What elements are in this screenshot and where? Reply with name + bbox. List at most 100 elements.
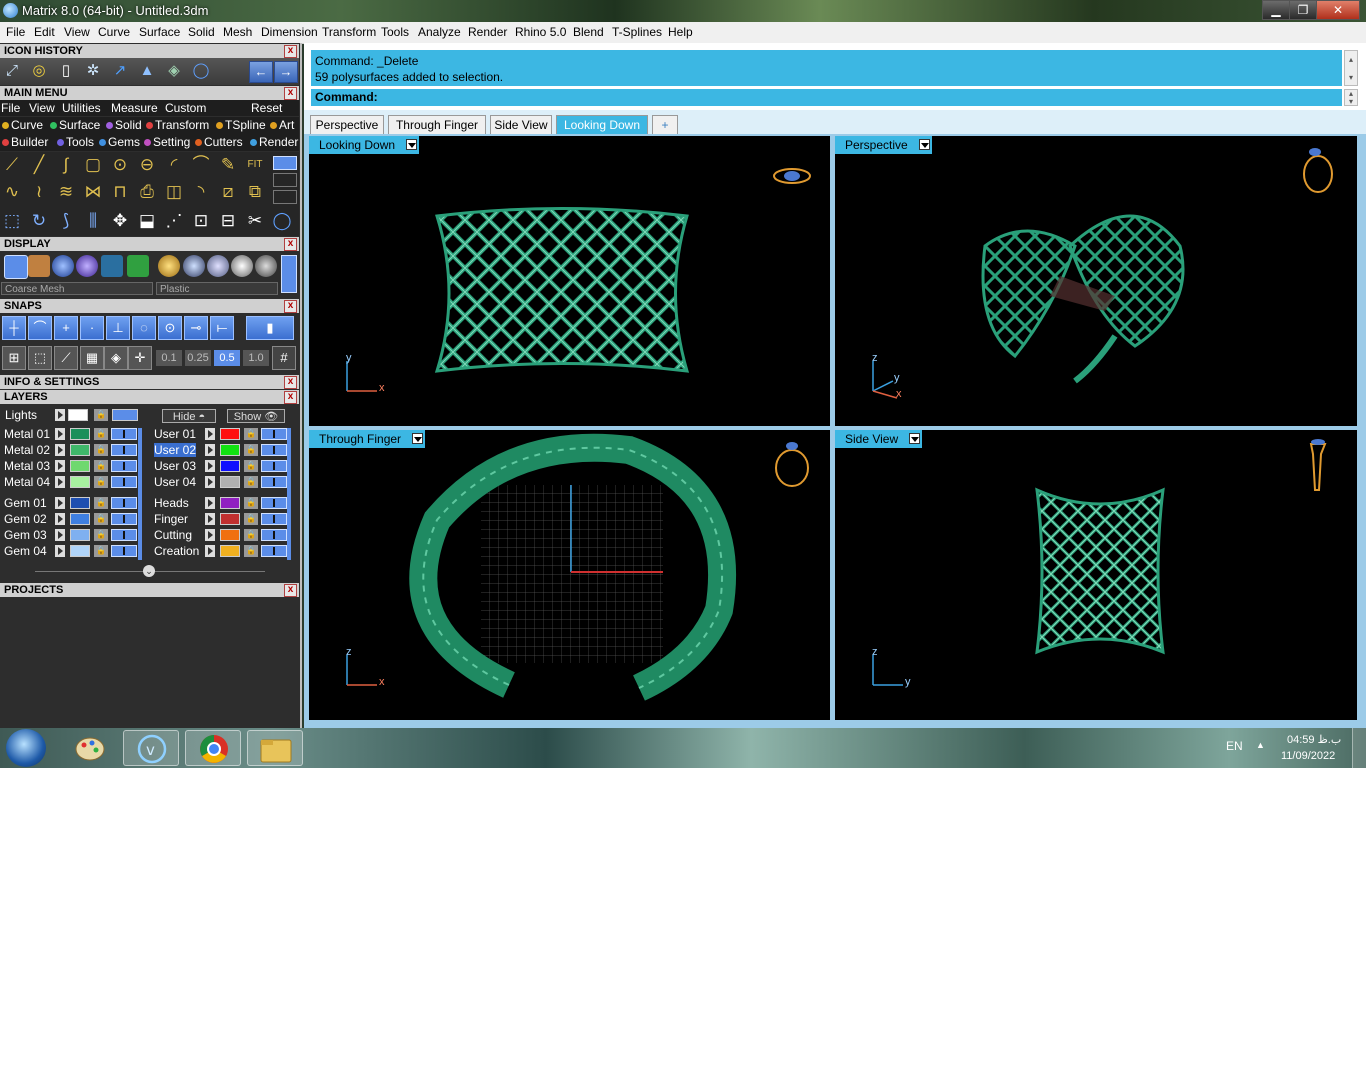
layer-visibility-toggle[interactable] [111, 529, 137, 541]
command-spin-icon[interactable]: ▴ ▾ [1344, 89, 1358, 106]
expand-arrow-icon[interactable] [55, 409, 65, 421]
lock-icon[interactable]: 🔒 [94, 476, 108, 488]
ortho-icon[interactable]: ⟋ [54, 346, 78, 370]
snap-value-01[interactable]: 0.1 [156, 350, 182, 366]
arc-3pt-icon[interactable]: ⌒ [189, 153, 213, 177]
layer-row[interactable]: User 02 🔒 [154, 443, 290, 457]
close-icon[interactable]: x [284, 87, 297, 100]
scale-icon[interactable]: ⬓ [135, 209, 159, 233]
layer-name[interactable]: Heads [154, 496, 189, 510]
ghosted-icon[interactable] [28, 255, 50, 277]
cat-tspline[interactable]: TSpline [216, 118, 266, 132]
history-scrollbar[interactable]: ▴ ▾ [1344, 50, 1358, 86]
expand-arrow-icon[interactable] [205, 460, 215, 472]
layer-row[interactable]: Cutting 🔒 [154, 528, 290, 542]
wave-curve-icon[interactable]: ∿ [0, 180, 24, 204]
menu-tools[interactable]: Tools [381, 25, 409, 39]
menu-file[interactable]: File [6, 25, 25, 39]
minimize-button[interactable]: ▁ [1262, 0, 1290, 20]
expand-arrow-icon[interactable] [55, 476, 65, 488]
layer-visibility-toggle[interactable] [261, 513, 287, 525]
expand-arrow-icon[interactable] [205, 428, 215, 440]
cat-curve[interactable]: Curve [2, 118, 43, 132]
expand-arrow-icon[interactable] [55, 545, 65, 557]
arc-icon[interactable]: ◜ [162, 153, 186, 177]
fit-icon[interactable]: FIT [243, 153, 267, 177]
grid-icon[interactable] [127, 255, 149, 277]
spray-icon[interactable]: ⋰ [162, 209, 186, 233]
snap-point-icon[interactable]: + [54, 316, 78, 340]
ellipse-icon[interactable]: ⊖ [135, 153, 159, 177]
cat-transform[interactable]: Transform [146, 118, 209, 132]
command-input[interactable]: Command: [311, 89, 1342, 106]
split-icon[interactable]: ⧉ [243, 180, 267, 204]
layer-row[interactable]: Metal 02 🔒 [4, 443, 140, 457]
wireframe-icon[interactable] [4, 255, 28, 279]
lock-icon[interactable]: 🔒 [94, 545, 108, 557]
rendered-icon[interactable] [76, 255, 98, 277]
layer-color-swatch[interactable] [220, 513, 240, 525]
viewport-through-finger[interactable]: Through Finger z x [309, 430, 830, 720]
menu-transform[interactable]: Transform [322, 25, 376, 39]
lock-icon[interactable]: 🔒 [94, 529, 108, 541]
layer-name[interactable]: Metal 03 [4, 459, 50, 473]
mm-reset[interactable]: Reset [251, 101, 282, 115]
layers-scrollbar-left[interactable] [138, 428, 142, 560]
layer-color-swatch[interactable] [220, 444, 240, 456]
layer-name[interactable]: Gem 01 [4, 496, 47, 510]
layer-name[interactable]: Gem 02 [4, 512, 47, 526]
menu-view[interactable]: View [64, 25, 90, 39]
document-icon[interactable]: ▯ [56, 61, 76, 81]
ungroup-icon[interactable]: ⊟ [216, 209, 240, 233]
close-icon[interactable]: x [284, 376, 297, 389]
sweep-icon[interactable]: ⟆ [54, 209, 78, 233]
cat-solid[interactable]: Solid [106, 118, 142, 132]
snap-tan-icon[interactable]: ⊸ [184, 316, 208, 340]
layer-name[interactable]: User 04 [154, 475, 196, 489]
close-icon[interactable]: x [284, 584, 297, 597]
matrix-taskbar-icon[interactable]: v [123, 730, 179, 766]
layer-color-swatch[interactable] [220, 529, 240, 541]
layer-name[interactable]: Metal 01 [4, 427, 50, 441]
layer-color-swatch[interactable] [70, 460, 90, 472]
expand-arrow-icon[interactable] [55, 428, 65, 440]
history-back-icon[interactable]: ← [249, 61, 273, 83]
layer-name[interactable]: Finger [154, 512, 188, 526]
layer-color-swatch[interactable] [220, 476, 240, 488]
mm-utilities[interactable]: Utilities [62, 101, 101, 115]
close-icon[interactable]: x [284, 300, 297, 313]
layer-name[interactable]: User 02 [154, 443, 197, 457]
snap-cen-icon[interactable]: ⊙ [158, 316, 182, 340]
layer-color-swatch[interactable] [220, 497, 240, 509]
cat-cutters[interactable]: Cutters [195, 135, 243, 149]
cat-gems[interactable]: Gems [99, 135, 140, 149]
lock-icon[interactable]: 🔒 [244, 513, 258, 525]
layer-color-swatch[interactable] [70, 428, 90, 440]
toggle-3-icon[interactable] [273, 190, 297, 204]
menu-surface[interactable]: Surface [139, 25, 180, 39]
toggle-2-icon[interactable] [273, 173, 297, 187]
expand-arrow-icon[interactable] [205, 444, 215, 456]
matte-material-icon[interactable] [255, 255, 277, 277]
layer-visibility-toggle[interactable] [261, 497, 287, 509]
layer-color-swatch[interactable] [220, 428, 240, 440]
layer-row[interactable]: Gem 01 🔒 [4, 496, 140, 510]
lock-icon[interactable]: 🔒 [94, 444, 108, 456]
lock-icon[interactable]: 🔒 [94, 460, 108, 472]
expand-arrow-icon[interactable] [55, 513, 65, 525]
layer-visibility-toggle[interactable] [261, 476, 287, 488]
ring-tool-icon[interactable]: ◯ [270, 209, 294, 233]
environment-icon[interactable] [101, 255, 123, 277]
show-desktop-button[interactable] [1352, 728, 1366, 768]
layer-row[interactable]: Heads 🔒 [154, 496, 290, 510]
expand-arrow-icon[interactable] [55, 444, 65, 456]
layer-visibility-toggle[interactable] [111, 444, 137, 456]
array-icon[interactable]: ⫼ [81, 209, 105, 233]
layer-row[interactable]: Metal 01 🔒 [4, 427, 140, 441]
layer-name[interactable]: Metal 02 [4, 443, 50, 457]
menu-render[interactable]: Render [468, 25, 507, 39]
curve-edit-icon[interactable]: ↗ [110, 61, 130, 81]
viewport-side-view[interactable]: Side View z y [835, 430, 1357, 720]
mm-file[interactable]: File [1, 101, 20, 115]
silver-material-icon[interactable] [183, 255, 205, 277]
